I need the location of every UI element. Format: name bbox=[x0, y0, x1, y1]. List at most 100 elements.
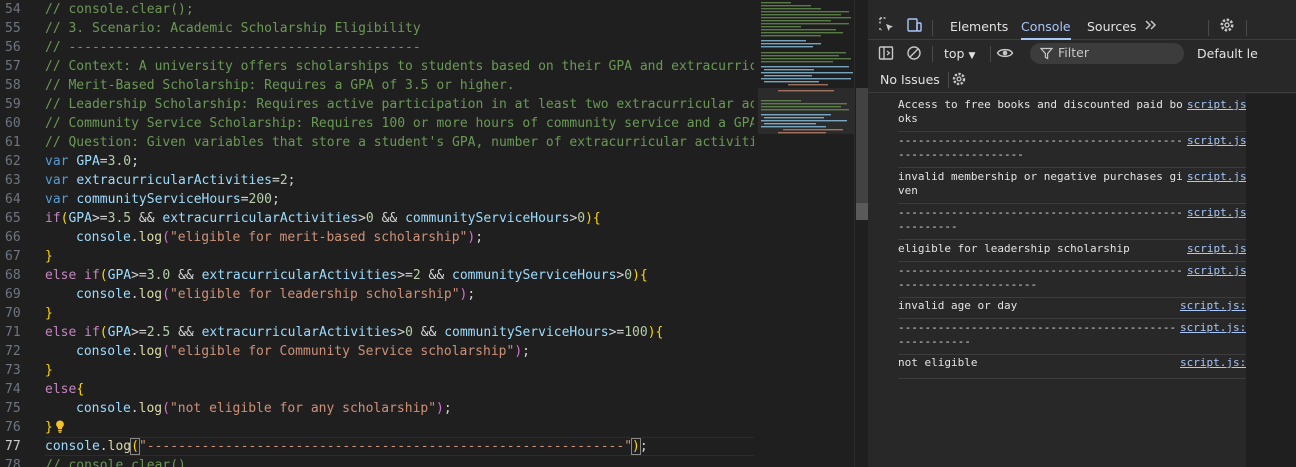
sidebar-toggle-icon[interactable] bbox=[877, 44, 895, 62]
number-literal: 0 bbox=[577, 211, 586, 226]
code-line[interactable]: else if(GPA>=3.0 && extracurricularActiv… bbox=[45, 266, 754, 285]
scrollbar-thumb[interactable] bbox=[856, 88, 868, 220]
console-message-text: not eligible bbox=[898, 356, 978, 369]
code-line[interactable]: // Question: Given variables that store … bbox=[45, 133, 754, 152]
console-message[interactable]: ----------------------------------------… bbox=[898, 321, 1248, 355]
code-line[interactable]: // -------------------------------------… bbox=[45, 38, 754, 57]
string-literal: "eligible for leadership scholarship" bbox=[169, 287, 460, 302]
code-line[interactable]: var GPA=3.0; bbox=[45, 152, 754, 171]
tab-sources[interactable]: Sources bbox=[1087, 16, 1136, 40]
identifier: console bbox=[76, 230, 131, 245]
keyword: else bbox=[45, 268, 77, 283]
console-message-source-link[interactable]: script.js: bbox=[1180, 356, 1246, 370]
code-line[interactable]: // Merit-Based Scholarship: Requires a G… bbox=[45, 76, 754, 95]
code-line[interactable]: else if(GPA>=2.5 && extracurricularActiv… bbox=[45, 323, 754, 342]
line-number: 71 bbox=[5, 325, 21, 340]
code-line[interactable]: // 3. Scenario: Academic Scholarship Eli… bbox=[45, 19, 754, 38]
more-tabs-icon[interactable] bbox=[1142, 16, 1160, 34]
keyword: var bbox=[45, 154, 69, 169]
console-message[interactable]: ----------------------------------------… bbox=[898, 264, 1248, 298]
code-lines[interactable]: // console.clear(); // 3. Scenario: Acad… bbox=[45, 0, 754, 467]
line-number: 55 bbox=[5, 21, 21, 36]
console-message[interactable]: Access to free books and discounted paid… bbox=[898, 98, 1248, 132]
number-literal: 0 bbox=[365, 211, 374, 226]
console-message-source-link[interactable]: script.js bbox=[1187, 170, 1247, 184]
console-message[interactable]: invalid membership or negative purchases… bbox=[898, 170, 1248, 204]
console-message-source-link[interactable]: script.js bbox=[1187, 242, 1247, 256]
code-line[interactable]: } bbox=[45, 304, 754, 323]
lightbulb-icon[interactable] bbox=[55, 420, 65, 433]
console-message[interactable]: invalid age or day script.js: bbox=[898, 299, 1248, 319]
minimap[interactable] bbox=[758, 0, 854, 467]
identifier: GPA bbox=[107, 268, 132, 283]
settings-gear-icon[interactable] bbox=[1218, 16, 1236, 34]
identifier: console bbox=[76, 344, 131, 359]
keyword: else bbox=[45, 325, 77, 340]
line-number: 74 bbox=[5, 382, 21, 397]
console-message[interactable]: eligible for leadership scholarship scri… bbox=[898, 242, 1248, 262]
code-line[interactable]: // Community Service Scholarship: Requir… bbox=[45, 114, 754, 133]
code-line[interactable]: // console.clear(); bbox=[45, 0, 754, 19]
code-line-current[interactable]: console.log("---------------------------… bbox=[45, 437, 754, 456]
string-literal: "eligible for merit-based scholarship" bbox=[169, 230, 468, 245]
code-line[interactable]: // console.clear() bbox=[45, 456, 754, 467]
devtools-panel[interactable]: Elements Console Sources top ▼ Filter De… bbox=[868, 0, 1296, 467]
line-number: 65 bbox=[5, 211, 21, 226]
console-settings-gear-icon[interactable] bbox=[950, 70, 968, 88]
tab-console[interactable]: Console bbox=[1021, 16, 1071, 40]
line-number: 70 bbox=[5, 306, 21, 321]
code-line[interactable]: } bbox=[45, 361, 754, 380]
code-line[interactable]: // Context: A university offers scholars… bbox=[45, 57, 754, 76]
line-number: 58 bbox=[5, 78, 21, 93]
line-number: 57 bbox=[5, 59, 21, 74]
console-message-source-link[interactable]: script.js: bbox=[1180, 299, 1246, 313]
console-message[interactable]: not eligible script.js: bbox=[898, 356, 1248, 379]
code-line[interactable]: // Leadership Scholarship: Requires acti… bbox=[45, 95, 754, 114]
console-message-source-link[interactable]: script.js bbox=[1187, 98, 1247, 112]
live-expression-eye-icon[interactable] bbox=[996, 44, 1014, 62]
code-editor[interactable]: 54 55 56 57 58 59 60 61 62 63 64 65 66 6… bbox=[0, 0, 754, 467]
console-message-source-link[interactable]: script.js bbox=[1187, 134, 1247, 148]
console-output[interactable]: Access to free books and discounted paid… bbox=[868, 94, 1248, 467]
number-literal: 0 bbox=[624, 268, 633, 283]
identifier: extracurricularActivities bbox=[201, 325, 398, 340]
code-line[interactable]: var communityServiceHours=200; bbox=[45, 190, 754, 209]
number-literal: 200 bbox=[248, 192, 272, 207]
code-line[interactable]: console.log("not eligible for any schola… bbox=[45, 399, 754, 418]
code-line[interactable]: var extracurricularActivities=2; bbox=[45, 171, 754, 190]
code-line[interactable]: } bbox=[45, 418, 754, 437]
filter-input[interactable]: Filter bbox=[1030, 43, 1184, 64]
keyword: if bbox=[84, 268, 100, 283]
tab-elements[interactable]: Elements bbox=[950, 16, 1008, 40]
string-literal: "not eligible for any scholarship" bbox=[169, 401, 437, 416]
code-line[interactable]: console.log("eligible for merit-based sc… bbox=[45, 228, 754, 247]
code-line[interactable]: console.log("eligible for leadership sch… bbox=[45, 285, 754, 304]
console-message[interactable]: ----------------------------------------… bbox=[898, 134, 1248, 168]
identifier: communityServiceHours bbox=[76, 192, 241, 207]
inspect-element-icon[interactable] bbox=[878, 16, 896, 34]
line-number: 59 bbox=[5, 97, 21, 112]
number-literal: 2 bbox=[279, 173, 288, 188]
code-line[interactable]: if(GPA>=3.5 && extracurricularActivities… bbox=[45, 209, 754, 228]
code-line[interactable]: console.log("eligible for Community Serv… bbox=[45, 342, 754, 361]
string-literal: "eligible for Community Service scholars… bbox=[169, 344, 515, 359]
console-message[interactable]: ----------------------------------------… bbox=[898, 206, 1248, 240]
console-message-text: ----------------------------------------… bbox=[898, 264, 1183, 291]
line-number: 73 bbox=[5, 363, 21, 378]
console-message-source-link[interactable]: script.js bbox=[1187, 206, 1247, 220]
console-message-text: invalid membership or negative purchases… bbox=[898, 170, 1183, 197]
line-number: 60 bbox=[5, 116, 21, 131]
context-selector[interactable]: top ▼ bbox=[944, 45, 975, 65]
issues-count[interactable]: No Issues bbox=[880, 71, 940, 89]
editor-scrollbar[interactable] bbox=[854, 0, 868, 467]
line-number-gutter: 54 55 56 57 58 59 60 61 62 63 64 65 66 6… bbox=[0, 0, 30, 467]
code-line[interactable]: } bbox=[45, 247, 754, 266]
clear-console-icon[interactable] bbox=[905, 44, 923, 62]
console-message-source-link[interactable]: script.js: bbox=[1180, 321, 1246, 335]
keyword: var bbox=[45, 173, 69, 188]
device-toolbar-icon[interactable] bbox=[905, 16, 923, 34]
code-line[interactable]: else{ bbox=[45, 380, 754, 399]
scrollbar-cursor-marker bbox=[856, 203, 868, 220]
log-levels-dropdown[interactable]: Default le bbox=[1197, 45, 1258, 63]
console-message-source-link[interactable]: script.js bbox=[1187, 264, 1247, 278]
